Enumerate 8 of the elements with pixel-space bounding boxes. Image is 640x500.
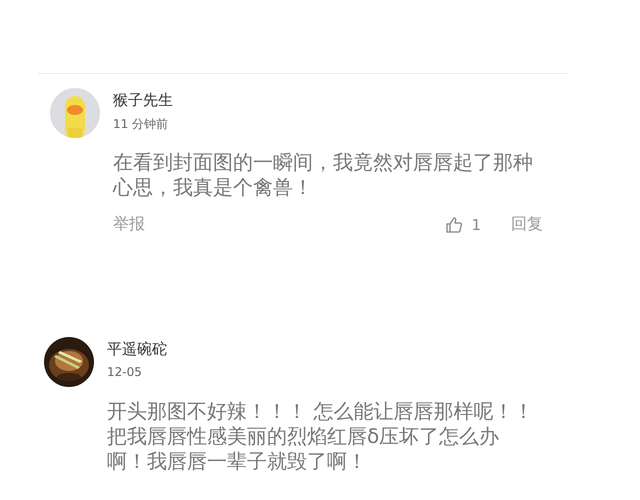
thumbs-up-icon[interactable] bbox=[445, 216, 464, 234]
author-name[interactable]: 猴子先生 bbox=[113, 90, 173, 110]
like-count: 1 bbox=[471, 216, 481, 234]
comment-time: 11 分钟前 bbox=[113, 116, 170, 133]
comment-text: 开头那图不好辣！！！ 怎么能让唇唇那样呢！！把我唇唇性感美丽的烈焰红唇δ压坏了怎么办啊！我唇唇一辈子就毁了啊！ bbox=[107, 399, 534, 474]
comment-text: 在看到封面图的一瞬间，我竟然对唇唇起了那种心思，我真是个禽兽！ bbox=[113, 150, 534, 200]
author-name[interactable]: 平遥碗砣 bbox=[107, 339, 167, 359]
comment-time: 12-05 bbox=[107, 365, 143, 379]
